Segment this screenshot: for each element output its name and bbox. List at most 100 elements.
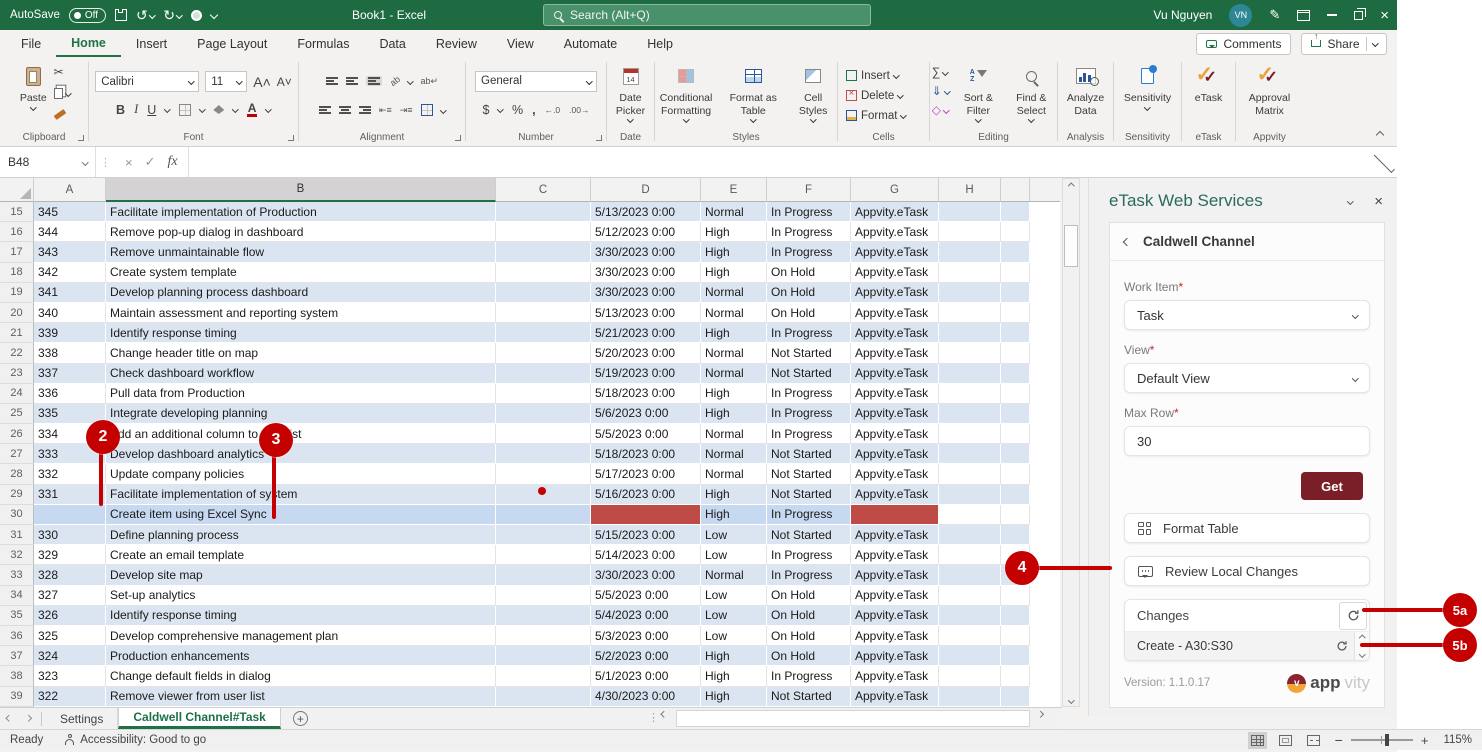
cell-A33[interactable]: 328: [34, 565, 106, 585]
cell-I16[interactable]: [1001, 222, 1030, 242]
vertical-scrollbar[interactable]: [1062, 178, 1080, 707]
sensitivity-button[interactable]: Sensitivity: [1122, 62, 1173, 110]
find-select-button[interactable]: Find & Select: [1007, 62, 1055, 123]
row-header-30[interactable]: 30: [0, 505, 34, 525]
cell-E37[interactable]: High: [701, 646, 767, 666]
cell-B34[interactable]: Set-up analytics: [106, 586, 496, 606]
cell-E23[interactable]: Normal: [701, 364, 767, 384]
cell-A30[interactable]: [34, 505, 106, 525]
row-header-27[interactable]: 27: [0, 444, 34, 464]
cell-G26[interactable]: Appvity.eTask: [851, 424, 939, 444]
tab-data[interactable]: Data: [364, 30, 420, 57]
row-header-16[interactable]: 16: [0, 222, 34, 242]
cell-A29[interactable]: 331: [34, 485, 106, 505]
collapse-ribbon-button[interactable]: [1376, 131, 1384, 139]
cell-B23[interactable]: Check dashboard workflow: [106, 364, 496, 384]
cell-B28[interactable]: Update company policies: [106, 464, 496, 484]
row-header-24[interactable]: 24: [0, 384, 34, 404]
row-header-15[interactable]: 15: [0, 202, 34, 222]
sort-filter-button[interactable]: AZ Sort & Filter: [954, 62, 1002, 123]
back-icon[interactable]: [1123, 237, 1131, 245]
scroll-up-icon[interactable]: [1068, 183, 1074, 189]
cell-H28[interactable]: [939, 464, 1001, 484]
approval-matrix-button[interactable]: ✓✓ Approval Matrix: [1236, 62, 1303, 118]
cell-F21[interactable]: In Progress: [767, 323, 851, 343]
cell-B20[interactable]: Maintain assessment and reporting system: [106, 303, 496, 323]
format-painter-button[interactable]: [54, 106, 66, 122]
cell-I31[interactable]: [1001, 525, 1030, 545]
cell-H24[interactable]: [939, 384, 1001, 404]
cell-H19[interactable]: [939, 283, 1001, 303]
cell-E31[interactable]: Low: [701, 525, 767, 545]
comma-style-button[interactable]: ,: [532, 103, 535, 117]
avatar[interactable]: VN: [1229, 4, 1252, 27]
cell-G27[interactable]: Appvity.eTask: [851, 444, 939, 464]
cell-C37[interactable]: [496, 646, 591, 666]
cell-A19[interactable]: 341: [34, 283, 106, 303]
clipboard-dialog-launcher[interactable]: [78, 135, 84, 141]
hscroll-right-icon[interactable]: [1037, 711, 1043, 717]
increase-font-size-button[interactable]: A˄: [253, 74, 271, 90]
column-header-F[interactable]: F: [767, 178, 851, 202]
vertical-scroll-thumb[interactable]: [1064, 225, 1078, 267]
decrease-decimal-button[interactable]: .00→: [569, 105, 589, 115]
hscroll-left-icon[interactable]: [661, 711, 667, 717]
cell-D21[interactable]: 5/21/2023 0:00: [591, 323, 701, 343]
cell-D37[interactable]: 5/2/2023 0:00: [591, 646, 701, 666]
row-header-23[interactable]: 23: [0, 364, 34, 384]
cell-F37[interactable]: On Hold: [767, 646, 851, 666]
cell-A34[interactable]: 327: [34, 586, 106, 606]
cell-A18[interactable]: 342: [34, 263, 106, 283]
cell-F31[interactable]: Not Started: [767, 525, 851, 545]
cell-E36[interactable]: Low: [701, 626, 767, 646]
cell-A31[interactable]: 330: [34, 525, 106, 545]
cell-C25[interactable]: [496, 404, 591, 424]
cell-A38[interactable]: 323: [34, 666, 106, 686]
cell-H32[interactable]: [939, 545, 1001, 565]
alignment-dialog-launcher[interactable]: [455, 135, 461, 141]
cell-B25[interactable]: Integrate developing planning: [106, 404, 496, 424]
cell-H36[interactable]: [939, 626, 1001, 646]
row-header-34[interactable]: 34: [0, 586, 34, 606]
cell-H39[interactable]: [939, 687, 1001, 707]
cell-D22[interactable]: 5/20/2023 0:00: [591, 343, 701, 363]
horizontal-scrollbar[interactable]: [676, 710, 1030, 727]
cell-C20[interactable]: [496, 303, 591, 323]
clear-button[interactable]: ◇: [932, 102, 949, 118]
cell-styles-button[interactable]: Cell Styles: [789, 62, 837, 123]
cell-F15[interactable]: In Progress: [767, 202, 851, 222]
cell-G17[interactable]: Appvity.eTask: [851, 242, 939, 262]
cell-F39[interactable]: Not Started: [767, 687, 851, 707]
cell-B37[interactable]: Production enhancements: [106, 646, 496, 666]
format-table-button[interactable]: Format Table: [1124, 513, 1370, 543]
cell-G15[interactable]: Appvity.eTask: [851, 202, 939, 222]
cell-C33[interactable]: [496, 565, 591, 585]
cell-E27[interactable]: Normal: [701, 444, 767, 464]
name-box[interactable]: B48: [0, 147, 96, 177]
cell-I15[interactable]: [1001, 202, 1030, 222]
cell-B33[interactable]: Develop site map: [106, 565, 496, 585]
tab-review[interactable]: Review: [421, 30, 492, 57]
font-dialog-launcher[interactable]: [288, 135, 294, 141]
cell-B22[interactable]: Change header title on map: [106, 343, 496, 363]
page-break-view-button[interactable]: [1307, 735, 1320, 746]
column-header-C[interactable]: C: [496, 178, 591, 202]
align-right-button[interactable]: [359, 106, 371, 114]
cell-A17[interactable]: 343: [34, 242, 106, 262]
cell-C28[interactable]: [496, 464, 591, 484]
tab-home[interactable]: Home: [56, 30, 121, 57]
cell-C36[interactable]: [496, 626, 591, 646]
copy-button[interactable]: [54, 85, 71, 101]
cell-C23[interactable]: [496, 364, 591, 384]
cell-C29[interactable]: [496, 485, 591, 505]
cell-C19[interactable]: [496, 283, 591, 303]
cell-C31[interactable]: [496, 525, 591, 545]
column-header-overflow[interactable]: [1001, 178, 1030, 202]
cell-H38[interactable]: [939, 666, 1001, 686]
accounting-format-button[interactable]: $: [483, 103, 490, 117]
bold-button[interactable]: B: [116, 103, 125, 117]
undo-button[interactable]: ↺: [136, 8, 154, 22]
cell-B21[interactable]: Identify response timing: [106, 323, 496, 343]
cell-C34[interactable]: [496, 586, 591, 606]
cell-I34[interactable]: [1001, 586, 1030, 606]
